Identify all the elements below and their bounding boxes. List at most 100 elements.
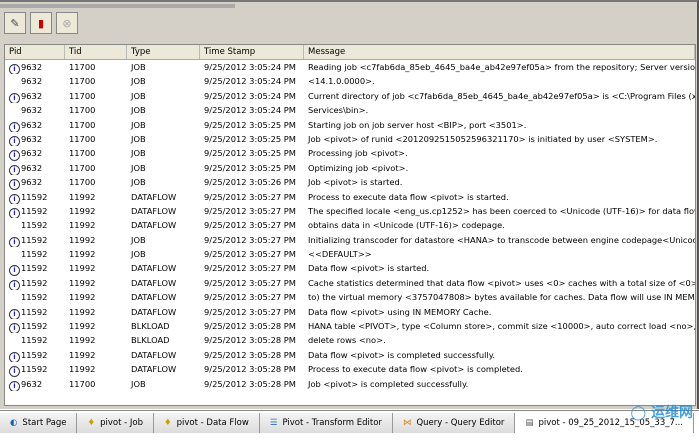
tab-2[interactable]: ♦ pivot - Data Flow [154, 413, 260, 433]
message-cell: <<DEFAULT>> [308, 249, 372, 260]
tab-label: pivot - Data Flow [176, 418, 249, 428]
info-icon: i [9, 366, 20, 377]
table-row[interactable]: i 11592 11992 DATAFLOW 9/25/2012 3:05:28 … [5, 362, 695, 377]
table-row[interactable]: i 9632 11700 JOB 9/25/2012 3:05:25 PM Opt… [5, 161, 695, 176]
type-cell: JOB [131, 105, 146, 116]
trace-log-button[interactable]: ✎ [4, 12, 26, 34]
timestamp-cell: 9/25/2012 3:05:24 PM [204, 90, 296, 101]
timestamp-cell: 9/25/2012 3:05:27 PM [204, 249, 296, 260]
info-icon: i [9, 64, 20, 75]
table-row[interactable]: i 9632 11700 JOB 9/25/2012 3:05:26 PM Job… [5, 175, 695, 190]
table-row[interactable]: i 9632 11700 JOB 9/25/2012 3:05:25 PM Sta… [5, 118, 695, 132]
timestamp-cell: 9/25/2012 3:05:24 PM [204, 105, 296, 116]
tab-3[interactable]: ☰ Pivot - Transform Editor [259, 413, 393, 433]
type-cell: DATAFLOW [131, 277, 177, 288]
message-cell: Current directory of job <c7fab6da_85eb_… [308, 90, 695, 101]
table-row[interactable]: 11592 11992 DATAFLOW 9/25/2012 3:05:27 P… [5, 290, 695, 304]
col-type[interactable]: Type [127, 45, 200, 59]
table-row[interactable]: i 11592 11992 DATAFLOW 9/25/2012 3:05:27 … [5, 305, 695, 320]
timestamp-cell: 9/25/2012 3:05:27 PM [204, 205, 296, 216]
type-cell: JOB [131, 378, 146, 389]
pid-cell: 11592 [21, 249, 48, 260]
message-cell: The specified locale <eng_us.cp1252> has… [308, 205, 695, 216]
table-row[interactable]: i 11592 11992 DATAFLOW 9/25/2012 3:05:27 … [5, 261, 695, 276]
error-log-button[interactable]: ⊗ [56, 12, 78, 34]
pid-cell: i 11592 [5, 276, 65, 291]
message-cell: Job <pivot> of runid <201209251505259632… [308, 133, 658, 144]
table-row[interactable]: i 9632 11700 JOB 9/25/2012 3:05:25 PM Pro… [5, 146, 695, 161]
type-cell: JOB [131, 177, 146, 188]
table-row[interactable]: i 11592 11992 DATAFLOW 9/25/2012 3:05:27 … [5, 190, 695, 204]
table-header: Pid Tid Type Time Stamp Message [5, 45, 695, 60]
timestamp-cell: 9/25/2012 3:05:27 PM [204, 277, 296, 288]
type-cell: JOB [131, 133, 146, 144]
editor-tabs: ◐ Start Page ♦ pivot - Job ♦ pivot - Data Flo… [0, 410, 699, 435]
info-icon: i [9, 308, 20, 320]
type-cell: BLKLOAD [131, 321, 170, 332]
table-row[interactable]: i 11592 11992 DATAFLOW 9/25/2012 3:05:27 … [5, 276, 695, 291]
table-row[interactable]: i 11592 11992 DATAFLOW 9/25/2012 3:05:28 … [5, 348, 695, 363]
pid-cell: i 9632 [5, 60, 65, 75]
timestamp-cell: 9/25/2012 3:05:27 PM [204, 234, 296, 245]
table-row[interactable]: i 11592 11992 JOB 9/25/2012 3:05:27 PM In… [5, 233, 695, 248]
timestamp-cell: 9/25/2012 3:05:28 PM [204, 349, 296, 360]
info-icon: i [9, 193, 20, 204]
tid-cell: 11700 [69, 378, 96, 389]
type-cell: DATAFLOW [131, 191, 177, 202]
message-cell: Initializing transcoder for datastore <H… [308, 234, 695, 245]
tab-1[interactable]: ♦ pivot - Job [77, 413, 154, 433]
table-row[interactable]: i 9632 11700 JOB 9/25/2012 3:05:28 PM Job… [5, 377, 695, 391]
table-row[interactable]: i 9632 11700 JOB 9/25/2012 3:05:24 PM Cur… [5, 89, 695, 104]
pid-cell: i 11592 [5, 348, 65, 363]
tid-cell: 11992 [69, 292, 96, 303]
table-row[interactable]: 9632 11700 JOB 9/25/2012 3:05:24 PM <14.… [5, 74, 695, 88]
tab-icon: ♦ [164, 418, 172, 428]
col-pid[interactable]: Pid [5, 45, 65, 59]
tid-cell: 11992 [69, 364, 96, 375]
pid-cell: 9632 [21, 105, 43, 116]
table-row[interactable]: 11592 11992 DATAFLOW 9/25/2012 3:05:27 P… [5, 218, 695, 232]
col-message[interactable]: Message [304, 45, 695, 59]
tab-icon: ⋈ [402, 418, 412, 428]
type-cell: DATAFLOW [131, 205, 177, 216]
info-icon: i [9, 92, 20, 104]
timestamp-cell: 9/25/2012 3:05:27 PM [204, 306, 296, 317]
type-cell: JOB [131, 234, 146, 245]
title-bar [0, 4, 235, 8]
message-cell: Job <pivot> is completed successfully. [308, 378, 469, 389]
message-cell: obtains data in <Unicode (UTF-16)> codep… [308, 220, 505, 231]
tid-cell: 11700 [69, 133, 96, 144]
info-icon: i [9, 179, 20, 190]
pid-cell: i 11592 [5, 233, 65, 248]
table-row[interactable]: 11592 11992 BLKLOAD 9/25/2012 3:05:28 PM… [5, 333, 695, 347]
col-tid[interactable]: Tid [65, 45, 127, 59]
message-cell: Process to execute data flow <pivot> is … [308, 364, 523, 375]
info-icon: i [9, 380, 20, 391]
table-row[interactable]: i 11592 11992 DATAFLOW 9/25/2012 3:05:27 … [5, 204, 695, 219]
info-icon: i [9, 207, 20, 219]
table-row[interactable]: i 11592 11992 BLKLOAD 9/25/2012 3:05:28 P… [5, 319, 695, 334]
tid-cell: 11992 [69, 234, 96, 245]
monitor-button[interactable]: ▮ [30, 12, 52, 34]
table-row[interactable]: 9632 11700 JOB 9/25/2012 3:05:24 PM Serv… [5, 103, 695, 117]
timestamp-cell: 9/25/2012 3:05:27 PM [204, 292, 296, 303]
timestamp-cell: 9/25/2012 3:05:24 PM [204, 62, 296, 72]
message-cell: to) the virtual memory <3757047808> byte… [308, 292, 695, 303]
info-icon: i [9, 351, 20, 363]
type-cell: DATAFLOW [131, 292, 177, 303]
col-timestamp[interactable]: Time Stamp [200, 45, 304, 59]
type-cell: JOB [131, 62, 146, 72]
table-row[interactable]: i 9632 11700 JOB 9/25/2012 3:05:25 PM Job… [5, 132, 695, 147]
table-row[interactable]: i 9632 11700 JOB 9/25/2012 3:05:24 PM Rea… [5, 60, 695, 75]
tid-cell: 11992 [69, 306, 96, 317]
message-cell: Process to execute data flow <pivot> is … [308, 191, 509, 202]
message-cell: Reading job <c7fab6da_85eb_4645_ba4e_ab4… [308, 62, 695, 72]
info-icon: i [9, 323, 20, 334]
message-cell: Services\bin>. [308, 105, 369, 116]
pid-cell: i 11592 [5, 362, 65, 377]
tab-4[interactable]: ⋈ Query - Query Editor [392, 413, 516, 433]
timestamp-cell: 9/25/2012 3:05:27 PM [204, 263, 296, 274]
message-cell: Starting job on job server host <BIP>, p… [308, 119, 527, 130]
tab-0[interactable]: ◐ Start Page [0, 413, 78, 433]
table-row[interactable]: 11592 11992 JOB 9/25/2012 3:05:27 PM <<D… [5, 247, 695, 261]
